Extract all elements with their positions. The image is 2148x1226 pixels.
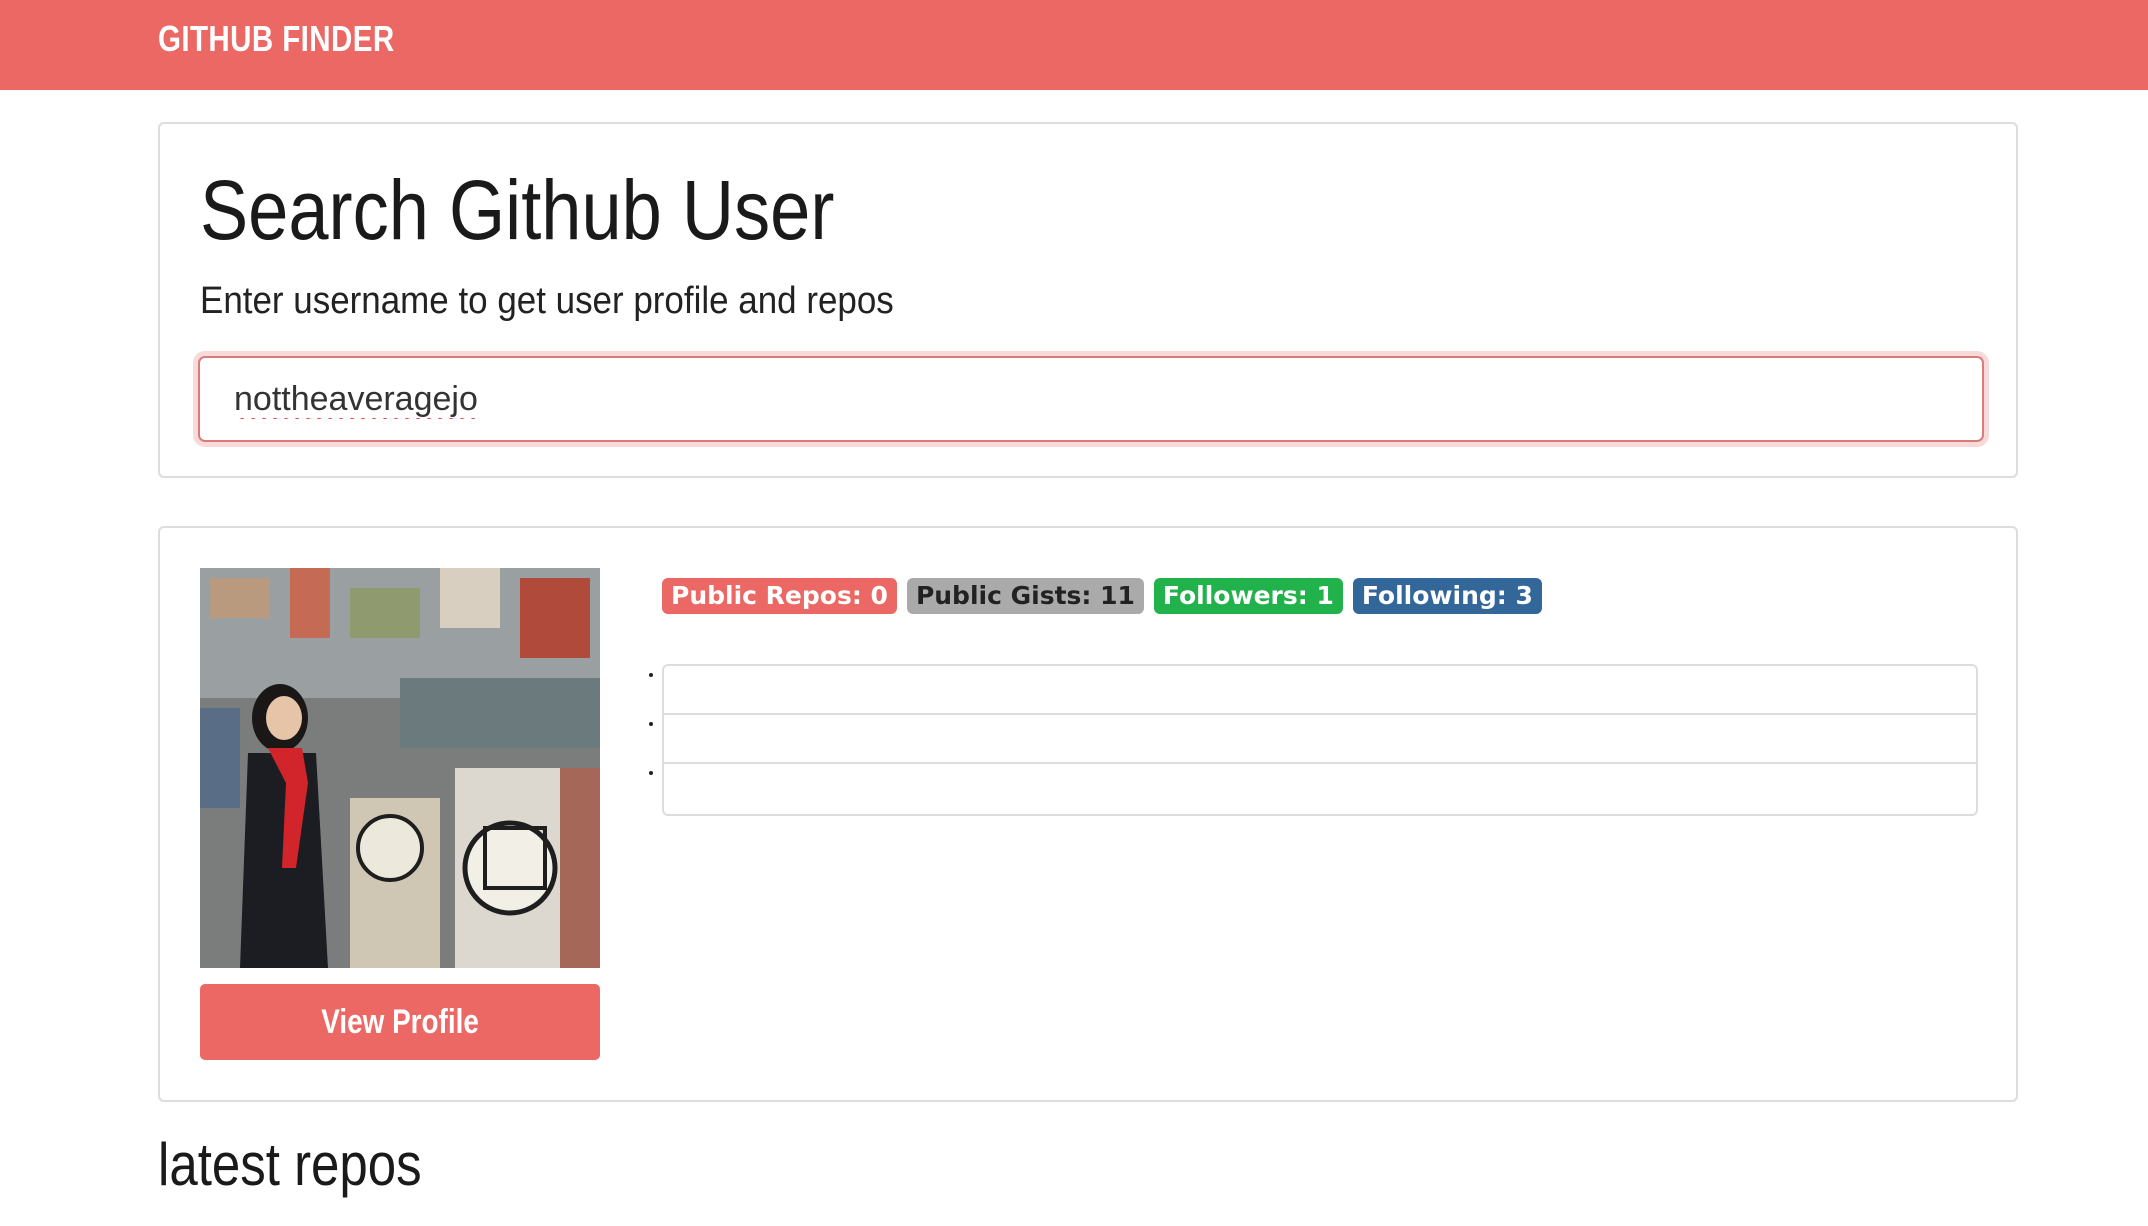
search-card: Search Github User Enter username to get… (158, 122, 2018, 478)
search-input[interactable] (198, 356, 1984, 442)
page-title: Search Github User (200, 163, 835, 257)
list-item (664, 764, 1976, 813)
navbar: GITHUB FINDER (0, 0, 2148, 90)
view-profile-label: View Profile (321, 1002, 479, 1041)
public-gists-badge: Public Gists: 11 (906, 578, 1144, 614)
view-profile-button[interactable]: View Profile (200, 984, 600, 1060)
followers-badge: Followers: 1 (1153, 578, 1343, 614)
avatar (200, 568, 600, 968)
list-item (664, 666, 1976, 715)
list-item (664, 715, 1976, 764)
avatar-image (200, 568, 600, 968)
profile-card: View Profile Public Repos: 0 Public Gist… (158, 526, 2018, 1102)
latest-repos-heading: latest repos (158, 1131, 422, 1198)
profile-info-list (662, 664, 1978, 816)
following-badge: Following: 3 (1352, 578, 1542, 614)
search-subtitle: Enter username to get user profile and r… (200, 280, 894, 322)
public-repos-badge: Public Repos: 0 (662, 578, 897, 614)
stats-badges: Public Repos: 0 Public Gists: 11 Followe… (662, 578, 1542, 614)
brand-logo-link[interactable]: GITHUB FINDER (158, 0, 395, 90)
